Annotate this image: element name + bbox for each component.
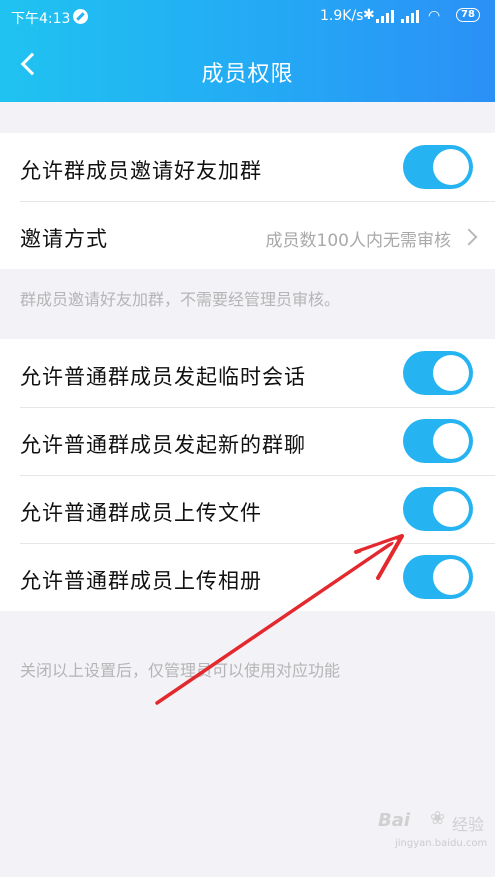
list-item: 允许普通群成员上传相册 xyxy=(0,543,495,611)
app-header: 下午4:13 1.9K/s ✱ ◠ 78 成员权限 xyxy=(0,0,495,102)
new-group-chat-toggle[interactable] xyxy=(403,419,473,463)
status-time: 下午4:13 xyxy=(11,11,71,27)
member-permissions-section: 允许普通群成员发起临时会话 允许普通群成员发起新的群聊 允许普通群成员上传文件 … xyxy=(0,339,495,611)
signal-icon-2 xyxy=(401,9,423,23)
invite-method-value: 成员数100人内无需审核 xyxy=(265,231,451,251)
invite-friends-toggle[interactable] xyxy=(403,145,473,189)
battery-icon: 78 xyxy=(456,8,480,22)
upload-album-toggle[interactable] xyxy=(403,555,473,599)
invite-method-label: 邀请方式 xyxy=(20,227,108,251)
network-speed: 1.9K/s xyxy=(320,8,364,24)
signal-icon xyxy=(376,9,398,23)
upload-album-label: 允许普通群成员上传相册 xyxy=(20,569,262,593)
upload-files-label: 允许普通群成员上传文件 xyxy=(20,501,262,525)
chevron-right-icon xyxy=(460,228,478,246)
permissions-note: 关闭以上设置后，仅管理员可以使用对应功能 xyxy=(20,661,341,680)
toggle-knob xyxy=(433,149,469,185)
status-bar: 下午4:13 1.9K/s ✱ ◠ 78 xyxy=(0,0,495,34)
page-title: 成员权限 xyxy=(201,62,294,87)
toggle-knob xyxy=(433,559,469,595)
paw-icon: ❀ xyxy=(430,808,446,829)
toggle-knob xyxy=(433,423,469,459)
toggle-knob xyxy=(433,491,469,527)
toggle-knob xyxy=(433,355,469,391)
list-item: 允许普通群成员发起新的群聊 xyxy=(0,407,495,475)
watermark-logo: Bai xyxy=(378,810,411,831)
invite-note: 群成员邀请好友加群，不需要经管理员审核。 xyxy=(20,290,341,309)
wifi-icon: ◠ xyxy=(428,8,441,24)
invite-friends-label: 允许群成员邀请好友加群 xyxy=(20,159,262,183)
invite-settings-section: 允许群成员邀请好友加群 邀请方式 成员数100人内无需审核 xyxy=(0,133,495,269)
do-not-disturb-icon xyxy=(73,9,88,24)
new-group-chat-label: 允许普通群成员发起新的群聊 xyxy=(20,433,306,457)
temp-chat-toggle[interactable] xyxy=(403,351,473,395)
list-item: 允许普通群成员上传文件 xyxy=(0,475,495,543)
list-item: 允许普通群成员发起临时会话 xyxy=(0,339,495,407)
watermark-url: jingyan.baidu.com xyxy=(395,838,488,849)
watermark-label: 经验 xyxy=(452,815,485,834)
upload-files-toggle[interactable] xyxy=(403,487,473,531)
invite-method-row[interactable]: 邀请方式 成员数100人内无需审核 xyxy=(0,201,495,269)
bluetooth-icon: ✱ xyxy=(363,7,375,23)
invite-friends-row: 允许群成员邀请好友加群 xyxy=(0,133,495,201)
temp-chat-label: 允许普通群成员发起临时会话 xyxy=(20,365,306,389)
